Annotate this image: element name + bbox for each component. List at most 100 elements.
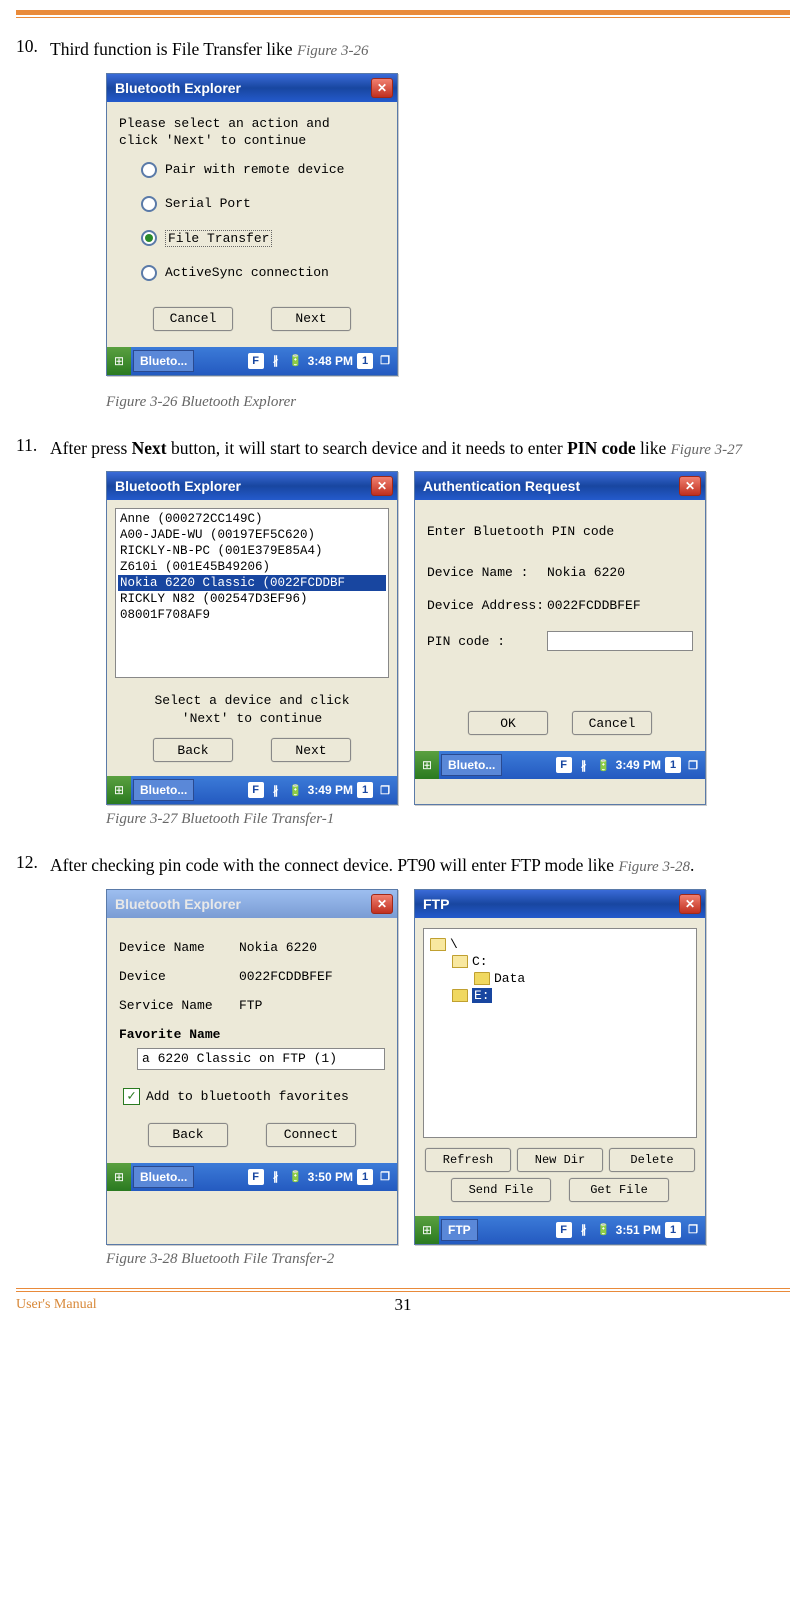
titlebar: Authentication Request ✕ bbox=[415, 472, 705, 500]
tree-label-selected: E: bbox=[472, 988, 492, 1003]
prompt-line: Please select an action and bbox=[119, 116, 385, 131]
radio-file-transfer[interactable]: File Transfer bbox=[141, 230, 385, 247]
taskbar-task[interactable]: Blueto... bbox=[133, 779, 194, 801]
next-button[interactable]: Next bbox=[271, 738, 351, 762]
tray-f-icon[interactable]: F bbox=[248, 353, 264, 369]
taskbar-task[interactable]: Blueto... bbox=[441, 754, 502, 776]
send-file-button[interactable]: Send File bbox=[451, 1178, 551, 1202]
taskbar-task[interactable]: Blueto... bbox=[133, 1166, 194, 1188]
back-button[interactable]: Back bbox=[148, 1123, 228, 1147]
window-device-list: Bluetooth Explorer ✕ Anne (000272CC149C)… bbox=[106, 471, 398, 805]
tray-1-icon[interactable]: 1 bbox=[357, 353, 373, 369]
close-icon[interactable]: ✕ bbox=[371, 78, 393, 98]
list-body: Third function is File Transfer like Fig… bbox=[50, 36, 790, 63]
window-title: Authentication Request bbox=[423, 478, 580, 494]
button-row: Back Connect bbox=[119, 1123, 385, 1147]
ftp-tree[interactable]: \ C: Data E: bbox=[423, 928, 697, 1138]
taskbar-task[interactable]: Blueto... bbox=[133, 350, 194, 372]
list-item[interactable]: RICKLY N82 (002547D3EF96) bbox=[118, 591, 386, 607]
window-body: Enter Bluetooth PIN code Device Name : N… bbox=[415, 500, 705, 751]
ftp-button-row-2: Send File Get File bbox=[425, 1178, 695, 1202]
tree-c-drive[interactable]: C: bbox=[452, 954, 690, 969]
ok-button[interactable]: OK bbox=[468, 711, 548, 735]
radio-pair[interactable]: Pair with remote device bbox=[141, 162, 385, 178]
window-auth-request: Authentication Request ✕ Enter Bluetooth… bbox=[414, 471, 706, 805]
back-button[interactable]: Back bbox=[153, 738, 233, 762]
close-icon[interactable]: ✕ bbox=[371, 894, 393, 914]
taskbar: ⊞ FTP F ∦ 🔋 3:51 PM 1 ❐ bbox=[415, 1216, 705, 1244]
taskbar: ⊞ Blueto... F ∦ 🔋 3:49 PM 1 ❐ bbox=[107, 776, 397, 804]
add-favorites-checkbox[interactable]: ✓ Add to bluetooth favorites bbox=[123, 1088, 385, 1105]
field-label: Device bbox=[119, 969, 239, 984]
favorite-name-input[interactable]: a 6220 Classic on FTP (1) bbox=[137, 1048, 385, 1070]
tray: F ∦ 🔋 3:50 PM 1 ❐ bbox=[248, 1169, 397, 1185]
pin-input[interactable] bbox=[547, 631, 693, 651]
get-file-button[interactable]: Get File bbox=[569, 1178, 669, 1202]
start-icon[interactable]: ⊞ bbox=[415, 1216, 439, 1244]
text: like bbox=[636, 438, 671, 458]
list-item[interactable]: Anne (000272CC149C) bbox=[118, 511, 386, 527]
radio-label: Pair with remote device bbox=[165, 162, 344, 177]
tray-f-icon[interactable]: F bbox=[556, 757, 572, 773]
cancel-button[interactable]: Cancel bbox=[572, 711, 652, 735]
list-item-12: 12. After checking pin code with the con… bbox=[16, 852, 790, 879]
titlebar: Bluetooth Explorer ✕ bbox=[107, 74, 397, 102]
text: After press bbox=[50, 438, 132, 458]
field-pin-code: PIN code : bbox=[427, 631, 693, 651]
tray-f-icon[interactable]: F bbox=[248, 1169, 264, 1185]
tray-1-icon[interactable]: 1 bbox=[357, 782, 373, 798]
start-icon[interactable]: ⊞ bbox=[107, 776, 131, 804]
radio-activesync[interactable]: ActiveSync connection bbox=[141, 265, 385, 281]
start-icon[interactable]: ⊞ bbox=[415, 751, 439, 779]
start-icon[interactable]: ⊞ bbox=[107, 1163, 131, 1191]
tree-root[interactable]: \ bbox=[430, 937, 690, 952]
tray-windows-icon[interactable]: ❐ bbox=[377, 782, 393, 798]
cancel-button[interactable]: Cancel bbox=[153, 307, 233, 331]
next-button[interactable]: Next bbox=[271, 307, 351, 331]
text: After checking pin code with the connect… bbox=[50, 855, 618, 875]
tray-windows-icon[interactable]: ❐ bbox=[685, 1222, 701, 1238]
connect-button[interactable]: Connect bbox=[266, 1123, 356, 1147]
delete-button[interactable]: Delete bbox=[609, 1148, 695, 1172]
radio-icon bbox=[141, 230, 157, 246]
list-item[interactable]: 08001F708AF9 bbox=[118, 607, 386, 623]
radio-serial[interactable]: Serial Port bbox=[141, 196, 385, 212]
tray-battery-icon: 🔋 bbox=[288, 1169, 304, 1185]
tray-1-icon[interactable]: 1 bbox=[665, 1222, 681, 1238]
window-title: Bluetooth Explorer bbox=[115, 80, 241, 96]
close-icon[interactable]: ✕ bbox=[371, 476, 393, 496]
tray-f-icon[interactable]: F bbox=[248, 782, 264, 798]
list-item[interactable]: RICKLY-NB-PC (001E379E85A4) bbox=[118, 543, 386, 559]
close-icon[interactable]: ✕ bbox=[679, 894, 701, 914]
tray-bluetooth-icon[interactable]: ∦ bbox=[268, 1169, 284, 1185]
tray-1-icon[interactable]: 1 bbox=[665, 757, 681, 773]
start-icon[interactable]: ⊞ bbox=[107, 347, 131, 375]
list-item[interactable]: Z610i (001E45B49206) bbox=[118, 559, 386, 575]
close-icon[interactable]: ✕ bbox=[679, 476, 701, 496]
tray-bluetooth-icon[interactable]: ∦ bbox=[268, 782, 284, 798]
field-value: FTP bbox=[239, 998, 262, 1013]
tray-bluetooth-icon[interactable]: ∦ bbox=[268, 353, 284, 369]
radio-icon bbox=[141, 265, 157, 281]
tree-label: C: bbox=[472, 954, 488, 969]
list-item-10: 10. Third function is File Transfer like… bbox=[16, 36, 790, 63]
tray-f-icon[interactable]: F bbox=[556, 1222, 572, 1238]
tray-1-icon[interactable]: 1 bbox=[357, 1169, 373, 1185]
new-dir-button[interactable]: New Dir bbox=[517, 1148, 603, 1172]
window-body: \ C: Data E: Refresh bbox=[415, 918, 705, 1216]
tray-bluetooth-icon[interactable]: ∦ bbox=[576, 1222, 592, 1238]
tray-windows-icon[interactable]: ❐ bbox=[377, 353, 393, 369]
field-label: Service Name bbox=[119, 998, 239, 1013]
list-number: 10. bbox=[16, 36, 50, 63]
device-listbox[interactable]: Anne (000272CC149C) A00-JADE-WU (00197EF… bbox=[115, 508, 389, 678]
taskbar-task[interactable]: FTP bbox=[441, 1219, 478, 1241]
list-item[interactable]: A00-JADE-WU (00197EF5C620) bbox=[118, 527, 386, 543]
tree-data-folder[interactable]: Data bbox=[474, 971, 690, 986]
refresh-button[interactable]: Refresh bbox=[425, 1148, 511, 1172]
tray-bluetooth-icon[interactable]: ∦ bbox=[576, 757, 592, 773]
list-item-selected[interactable]: Nokia 6220 Classic (0022FCDDBF bbox=[118, 575, 386, 591]
tray-windows-icon[interactable]: ❐ bbox=[377, 1169, 393, 1185]
figure-3-27: Bluetooth Explorer ✕ Anne (000272CC149C)… bbox=[106, 471, 790, 805]
tree-e-drive[interactable]: E: bbox=[452, 988, 690, 1003]
tray-windows-icon[interactable]: ❐ bbox=[685, 757, 701, 773]
